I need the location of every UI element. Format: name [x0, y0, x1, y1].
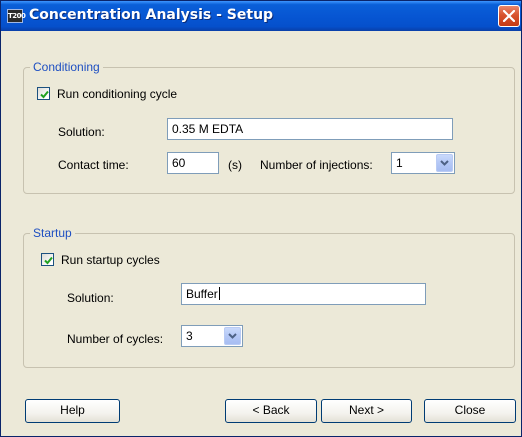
- help-button[interactable]: Help: [25, 399, 120, 423]
- contact-time-unit: (s): [228, 158, 242, 172]
- conditioning-solution-label: Solution:: [58, 125, 105, 139]
- run-conditioning-checkbox[interactable]: [37, 87, 50, 100]
- contact-time-label: Contact time:: [58, 158, 129, 172]
- startup-solution-input[interactable]: Buffer: [181, 283, 426, 305]
- title-bar[interactable]: T200 Concentration Analysis - Setup: [1, 1, 521, 31]
- next-button[interactable]: Next >: [321, 399, 412, 423]
- dialog-window: T200 Concentration Analysis - Setup Cond…: [0, 0, 522, 437]
- checkmark-icon: [44, 256, 53, 265]
- chevron-down-icon: [440, 160, 449, 166]
- startup-solution-value: Buffer: [186, 287, 218, 301]
- startup-legend: Startup: [30, 226, 75, 240]
- cycles-select[interactable]: 3: [181, 325, 243, 347]
- back-button[interactable]: < Back: [225, 399, 317, 423]
- checkmark-icon: [40, 90, 49, 99]
- injections-dropdown-button[interactable]: [436, 154, 453, 172]
- cycles-dropdown-button[interactable]: [224, 327, 241, 345]
- startup-solution-label: Solution:: [67, 291, 114, 305]
- close-icon: [503, 10, 515, 22]
- cycles-value: 3: [186, 329, 193, 343]
- injections-value: 1: [396, 156, 403, 170]
- run-conditioning-label[interactable]: Run conditioning cycle: [57, 87, 177, 101]
- injections-label: Number of injections:: [260, 158, 373, 172]
- cycles-label: Number of cycles:: [67, 332, 164, 346]
- text-caret: [218, 287, 220, 300]
- injections-select[interactable]: 1: [391, 152, 455, 174]
- contact-time-input[interactable]: 60: [167, 152, 219, 174]
- chevron-down-icon: [228, 333, 237, 339]
- window-close-button[interactable]: [498, 5, 520, 27]
- run-startup-checkbox[interactable]: [41, 253, 54, 266]
- conditioning-solution-input[interactable]: 0.35 M EDTA: [167, 118, 453, 140]
- app-icon: T200: [7, 9, 26, 23]
- run-startup-label[interactable]: Run startup cycles: [61, 253, 160, 267]
- conditioning-legend: Conditioning: [30, 60, 103, 74]
- window-title: Concentration Analysis - Setup: [29, 7, 274, 23]
- close-button[interactable]: Close: [424, 399, 516, 423]
